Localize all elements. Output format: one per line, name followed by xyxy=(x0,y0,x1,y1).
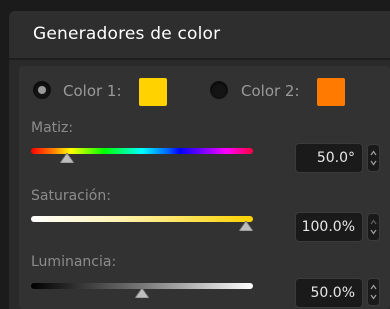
saturation-label: Saturación: xyxy=(31,188,111,204)
color-generators-panel: Generadores de color Color 1: Color 2: M… xyxy=(9,11,390,309)
luminance-slider-thumb-icon[interactable] xyxy=(135,288,149,298)
luminance-value-field[interactable]: 50.0% xyxy=(295,278,363,308)
panel-title: Generadores de color xyxy=(33,24,221,44)
chevron-up-icon[interactable] xyxy=(370,150,377,156)
chevron-down-icon[interactable] xyxy=(370,294,377,300)
radio-selected-dot xyxy=(38,86,46,94)
panel-body: Color 1: Color 2: Matiz: 50.0° Saturació… xyxy=(19,66,390,309)
chevron-down-icon[interactable] xyxy=(370,160,377,166)
hue-slider-thumb-icon[interactable] xyxy=(59,153,74,163)
chevron-up-icon[interactable] xyxy=(370,219,377,225)
saturation-slider-thumb-icon[interactable] xyxy=(239,221,253,231)
color-2-swatch[interactable] xyxy=(317,78,345,106)
saturation-slider-track[interactable] xyxy=(31,216,253,222)
color-1-swatch[interactable] xyxy=(139,78,167,106)
hue-stepper[interactable] xyxy=(367,144,380,172)
panel-header: Generadores de color xyxy=(9,11,390,60)
color-2-radio[interactable] xyxy=(210,81,228,99)
saturation-stepper[interactable] xyxy=(367,213,380,241)
hue-label: Matiz: xyxy=(31,120,74,136)
luminance-stepper[interactable] xyxy=(367,278,380,306)
color-1-radio[interactable] xyxy=(33,81,51,99)
hue-value-field[interactable]: 50.0° xyxy=(295,143,363,173)
chevron-down-icon[interactable] xyxy=(370,229,377,235)
saturation-value-field[interactable]: 100.0% xyxy=(295,212,363,242)
chevron-up-icon[interactable] xyxy=(370,284,377,290)
color-1-label: Color 1: xyxy=(63,82,122,100)
luminance-label: Luminancia: xyxy=(31,254,117,270)
color-2-label: Color 2: xyxy=(241,82,300,100)
